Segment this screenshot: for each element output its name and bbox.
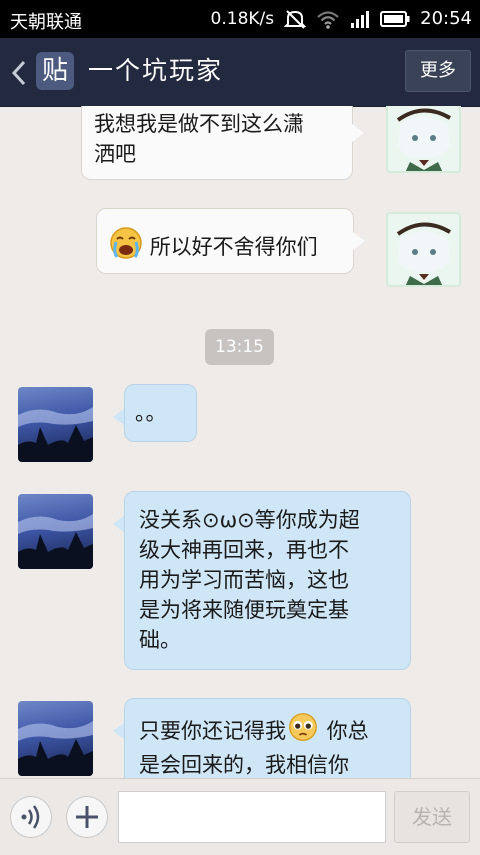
sky-avatar-icon [18, 721, 93, 776]
status-right: 0.18K/s 20:54 [211, 8, 472, 29]
message-text: 我想我是做不到这么潇 [94, 112, 304, 136]
avatar[interactable] [18, 701, 93, 776]
title-bar: 贴 一个坑玩家 更多 [0, 38, 480, 107]
anime-avatar-icon [396, 222, 452, 285]
plus-button[interactable] [66, 796, 108, 838]
message-text: 所以好不舍得你们 [149, 235, 318, 259]
message-text-line: 没关系⊙ω⊙等你成为超 [139, 508, 360, 532]
crying-emoji-icon [109, 226, 143, 268]
mute-icon [284, 9, 307, 29]
send-button[interactable]: 发送 [394, 791, 470, 843]
tieba-logo-icon: 贴 [36, 52, 74, 90]
voice-icon [21, 805, 40, 829]
message-text-line: 是为将来随便玩奠定基 [139, 598, 349, 622]
chevron-left-icon [11, 60, 26, 86]
clock: 20:54 [420, 8, 472, 29]
wifi-icon [316, 9, 340, 29]
timestamp-divider: 13:15 [205, 329, 274, 365]
message-text: 只要你还记得我 [139, 719, 286, 743]
avatar[interactable] [18, 494, 93, 569]
back-button[interactable] [8, 58, 30, 88]
message-bubble[interactable]: 所以好不舍得你们 [96, 208, 354, 274]
message-text-line: 是会回来的，我相信你 [139, 753, 349, 777]
message-bubble[interactable]: 我想我是做不到这么潇 洒吧 [81, 106, 353, 180]
network-speed: 0.18K/s [210, 8, 275, 29]
sky-avatar-icon [18, 407, 93, 462]
voice-button[interactable] [10, 796, 52, 838]
input-bar: 发送 [0, 778, 480, 855]
message-bubble[interactable]: 。。 [124, 384, 197, 442]
message-text-line: 级大神再回来，再也不 [139, 538, 349, 562]
message-text: 洒吧 [94, 142, 136, 166]
sky-avatar-icon [18, 514, 93, 569]
anime-avatar-icon [396, 108, 452, 171]
avatar[interactable] [386, 212, 461, 287]
message-text: 你总 [320, 719, 369, 743]
bubble-tail [352, 124, 364, 142]
message-text-line: 础。 [139, 628, 181, 652]
carrier-label: 天朝联通 [10, 12, 82, 33]
bubble-tail [353, 232, 365, 250]
avatar[interactable] [18, 387, 93, 462]
more-button[interactable]: 更多 [405, 50, 471, 92]
battery-icon [380, 10, 410, 28]
avatar[interactable] [386, 106, 461, 173]
message-bubble[interactable]: 没关系⊙ω⊙等你成为超 级大神再回来，再也不 用为学习而苦恼，这也 是为将来随便… [124, 491, 411, 670]
signal-icon [350, 9, 370, 29]
message-text: 。。 [135, 401, 167, 425]
chat-area[interactable]: 我想我是做不到这么潇 洒吧 所以好不舍得你们 13:15 。。 没关系⊙ω⊙等你… [0, 106, 480, 778]
message-text-line: 用为学习而苦恼，这也 [139, 568, 349, 592]
status-bar: 天朝联通 0.18K/s 20:54 [0, 0, 480, 38]
message-bubble[interactable]: 只要你还记得我 你总 是会回来的，我相信你 [124, 698, 411, 778]
pleading-emoji-icon [286, 712, 320, 750]
page-title: 一个坑玩家 [88, 56, 224, 85]
plus-icon [76, 806, 98, 828]
message-input[interactable] [118, 791, 386, 843]
